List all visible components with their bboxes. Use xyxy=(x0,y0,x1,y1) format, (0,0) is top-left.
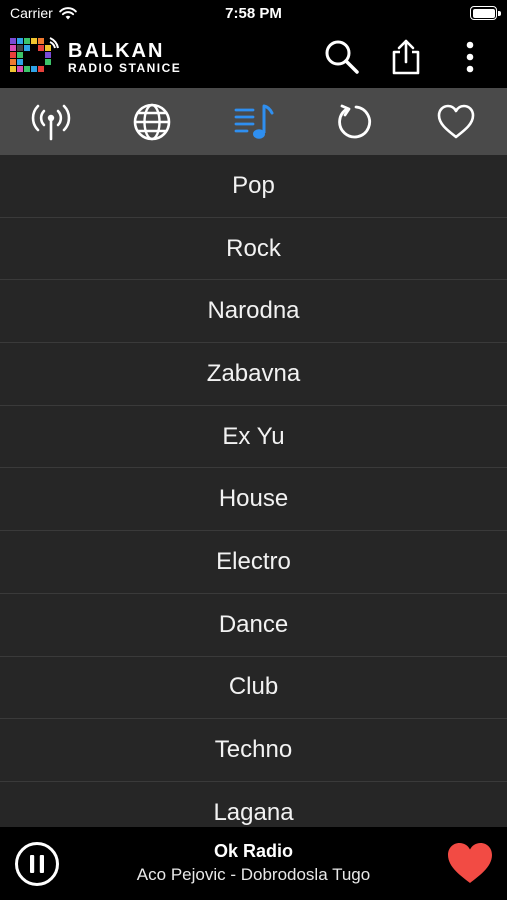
list-item[interactable]: Electro xyxy=(0,531,507,594)
search-icon xyxy=(325,40,359,74)
station-name: Ok Radio xyxy=(213,841,293,861)
track-title: Aco Pejovic - Dobrodosla Tugo xyxy=(136,865,371,884)
logo-subtitle: RADIO STANICE xyxy=(68,60,182,75)
list-item[interactable]: Lagana xyxy=(0,782,507,827)
list-item[interactable]: Dance xyxy=(0,594,507,657)
logo-title: BALKAN xyxy=(68,39,165,62)
more-vertical-icon xyxy=(466,41,474,73)
tab-countries[interactable] xyxy=(101,88,202,155)
list-item[interactable]: Zabavna xyxy=(0,343,507,406)
favorite-button[interactable] xyxy=(445,839,495,889)
genre-list[interactable]: Pop Rock Narodna Zabavna Ex Yu House Ele… xyxy=(0,155,507,827)
app-header: BALKAN RADIO STANICE xyxy=(0,28,507,88)
heart-outline-icon xyxy=(438,104,475,138)
list-item[interactable]: Ex Yu xyxy=(0,406,507,469)
tab-live-radio[interactable] xyxy=(0,88,101,155)
now-playing-info[interactable]: Ok Radio Aco Pejovic - Dobrodosla Tugo xyxy=(80,841,427,885)
battery-icon xyxy=(470,6,501,20)
app-logo: BALKAN RADIO STANICE xyxy=(10,36,181,78)
tab-recent[interactable] xyxy=(304,88,405,155)
tab-genres[interactable] xyxy=(203,88,304,155)
tab-bar xyxy=(0,88,507,155)
now-playing-bar: Ok Radio Aco Pejovic - Dobrodosla Tugo xyxy=(0,827,507,900)
list-item[interactable]: Rock xyxy=(0,218,507,281)
globe-icon xyxy=(133,103,171,140)
logo-mark-icon xyxy=(10,37,59,72)
search-button[interactable] xyxy=(320,35,364,79)
heart-filled-icon xyxy=(448,843,492,883)
tab-favorites[interactable] xyxy=(406,88,507,155)
share-icon xyxy=(392,39,420,75)
pause-icon xyxy=(15,842,59,886)
list-item[interactable]: Pop xyxy=(0,155,507,218)
status-time: 7:58 PM xyxy=(225,5,282,22)
music-list-icon xyxy=(234,104,274,139)
pause-button[interactable] xyxy=(14,841,60,887)
history-icon xyxy=(338,104,371,138)
status-bar: Carrier 7:58 PM xyxy=(0,0,507,28)
list-item[interactable]: Club xyxy=(0,657,507,720)
broadcast-icon xyxy=(31,104,70,140)
list-item[interactable]: Techno xyxy=(0,719,507,782)
list-item[interactable]: Narodna xyxy=(0,280,507,344)
more-button[interactable] xyxy=(448,35,492,79)
list-item[interactable]: House xyxy=(0,468,507,532)
share-button[interactable] xyxy=(384,35,428,79)
logo-text: BALKAN RADIO STANICE xyxy=(68,41,181,74)
